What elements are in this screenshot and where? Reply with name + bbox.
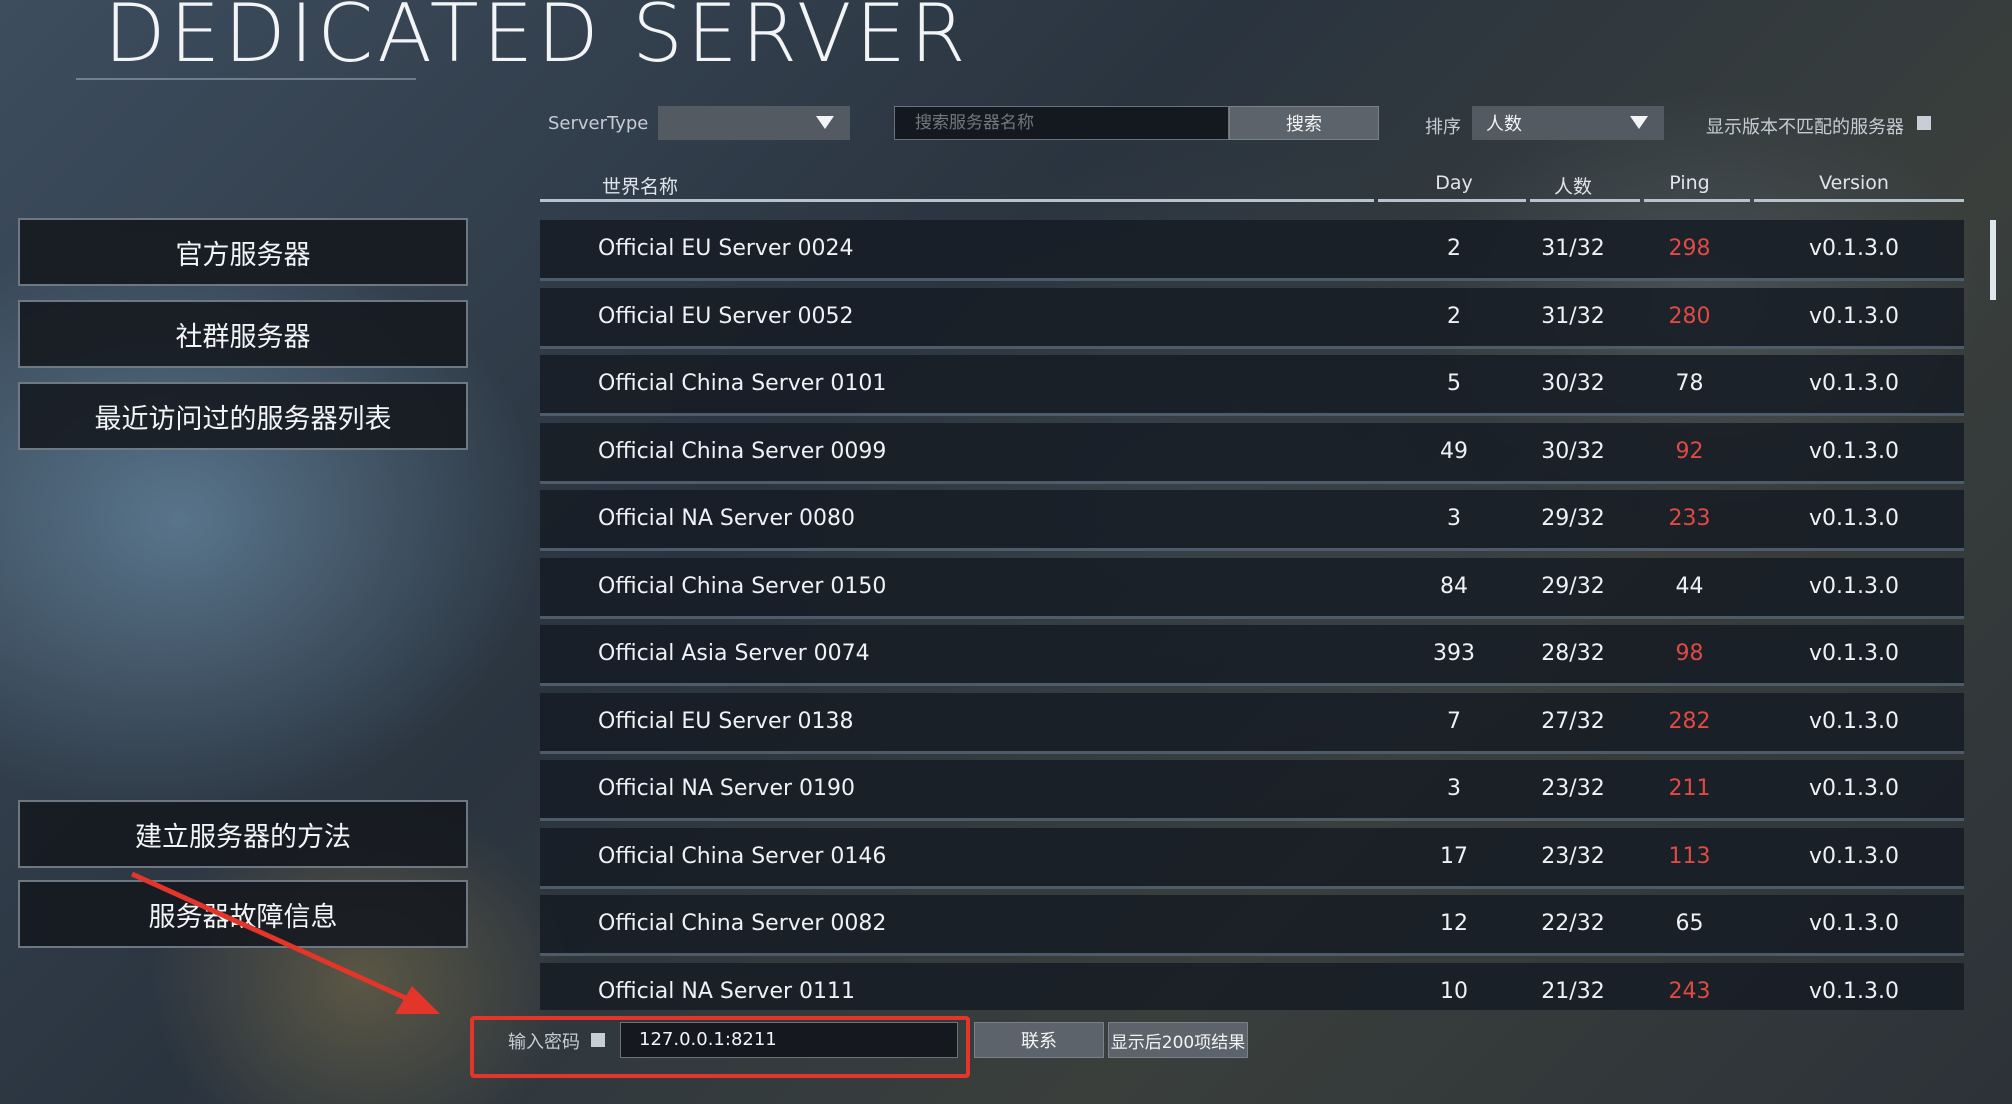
annotation-arrow-icon (130, 871, 440, 1014)
